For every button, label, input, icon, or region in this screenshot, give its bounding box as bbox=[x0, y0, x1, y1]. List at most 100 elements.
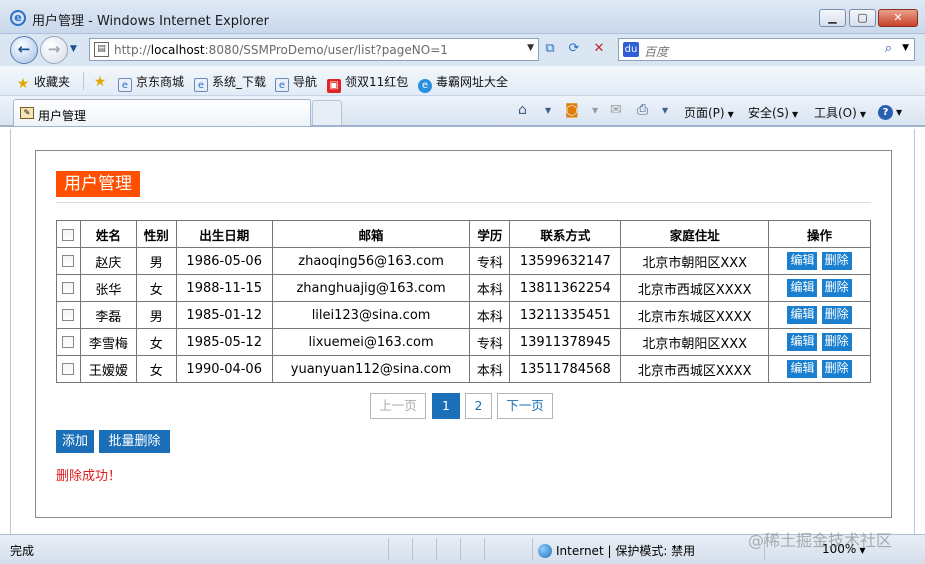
navigation-bar: ← → ▼ ▤ http://localhost:8080/SSMProDemo… bbox=[0, 34, 925, 66]
security-zone[interactable]: Internet | 保护模式: 禁用 bbox=[538, 542, 695, 559]
recent-pages-dropdown-icon[interactable]: ▼ bbox=[70, 44, 77, 54]
cell-education: 专科 bbox=[469, 328, 511, 356]
tab-user-management[interactable]: ✎ 用户管理 bbox=[13, 99, 311, 126]
close-button[interactable]: ✕ bbox=[878, 9, 918, 27]
forward-button[interactable]: → bbox=[40, 36, 68, 64]
status-text: 完成 bbox=[10, 544, 35, 558]
table-row: 张华 女 1988-11-15 zhanghuajig@163.com 本科 1… bbox=[56, 274, 871, 302]
home-dropdown-icon[interactable]: ▼ bbox=[545, 106, 551, 115]
compatibility-view-icon[interactable]: ⧉ bbox=[539, 39, 561, 61]
cell-name: 王嫒嫒 bbox=[79, 355, 137, 383]
page-1-button[interactable]: 1 bbox=[432, 393, 460, 419]
cell-birth: 1986-05-06 bbox=[175, 247, 273, 275]
add-button[interactable]: 添加 bbox=[56, 430, 94, 453]
tab-bar: ✎ 用户管理 ⌂ ▼ ◙ ▼ ✉ ⎙ ▼ 页面(P) ▼ 安全(S) ▼ 工具(O)… bbox=[0, 96, 925, 127]
ie-logo-icon: e bbox=[10, 10, 26, 26]
search-box[interactable]: du 百度 ⌕ ▼ bbox=[618, 38, 915, 61]
delete-button[interactable]: 删除 bbox=[821, 252, 852, 270]
status-divider bbox=[388, 538, 389, 560]
delete-button[interactable]: 删除 bbox=[821, 279, 852, 297]
page-title: 用户管理 bbox=[56, 171, 140, 197]
select-all-cell bbox=[56, 220, 81, 248]
window-titlebar: e 用户管理 - Windows Internet Explorer ▁ ▢ ✕ bbox=[0, 0, 925, 34]
favorite-item[interactable]: e 系统_下载 bbox=[194, 73, 266, 92]
cell-birth: 1985-05-12 bbox=[175, 328, 273, 356]
next-page-button[interactable]: 下一页 bbox=[497, 393, 553, 419]
cell-birth: 1988-11-15 bbox=[175, 274, 273, 302]
home-icon[interactable]: ⌂ bbox=[518, 102, 527, 118]
address-dropdown-icon[interactable]: ▼ bbox=[527, 43, 534, 53]
cell-education: 本科 bbox=[469, 301, 511, 329]
safety-menu[interactable]: 安全(S) ▼ bbox=[748, 104, 798, 121]
row-checkbox[interactable] bbox=[62, 309, 75, 321]
status-divider bbox=[460, 538, 461, 560]
cell-education: 本科 bbox=[469, 355, 511, 383]
table-row: 李磊 男 1985-01-12 lilei123@sina.com 本科 132… bbox=[56, 301, 871, 329]
globe-icon bbox=[538, 544, 552, 558]
column-header: 性别 bbox=[135, 220, 177, 248]
delete-button[interactable]: 删除 bbox=[821, 333, 852, 351]
edit-button[interactable]: 编辑 bbox=[787, 306, 818, 324]
delete-button[interactable]: 删除 bbox=[821, 360, 852, 378]
cell-name: 李雪梅 bbox=[79, 328, 137, 356]
edit-button[interactable]: 编辑 bbox=[787, 360, 818, 378]
ie-page-icon: e bbox=[275, 78, 289, 92]
print-dropdown-icon[interactable]: ▼ bbox=[662, 106, 668, 115]
favorites-button[interactable]: ★ 收藏夹 bbox=[16, 73, 70, 91]
favorite-item[interactable]: e 京东商城 bbox=[118, 73, 184, 92]
cell-address: 北京市朝阳区XXX bbox=[620, 247, 770, 275]
address-url[interactable]: http://localhost:8080/SSMProDemo/user/li… bbox=[114, 43, 448, 57]
cell-address: 北京市西城区XXXX bbox=[620, 274, 770, 302]
cell-email: zhaoqing56@163.com bbox=[271, 247, 471, 275]
user-table: 姓名 性别 出生日期 邮箱 学历 联系方式 家庭住址 操作 赵庆 男 1986-… bbox=[56, 220, 871, 383]
cell-gender: 女 bbox=[135, 274, 177, 302]
search-icon[interactable]: ⌕ bbox=[885, 41, 892, 56]
page-menu[interactable]: 页面(P) ▼ bbox=[684, 104, 734, 121]
tools-menu[interactable]: 工具(O) ▼ bbox=[814, 104, 866, 121]
cell-gender: 女 bbox=[135, 355, 177, 383]
add-favorite-icon[interactable]: ★ bbox=[93, 73, 111, 89]
row-checkbox[interactable] bbox=[62, 363, 75, 375]
cell-phone: 13511784568 bbox=[509, 355, 622, 383]
favorite-item[interactable]: e 导航 bbox=[275, 73, 317, 92]
cell-phone: 13211335451 bbox=[509, 301, 622, 329]
favorite-item[interactable]: ▣ 领双11红包 bbox=[327, 73, 408, 93]
edit-button[interactable]: 编辑 bbox=[787, 252, 818, 270]
maximize-button[interactable]: ▢ bbox=[849, 9, 876, 27]
table-header-row: 姓名 性别 出生日期 邮箱 学历 联系方式 家庭住址 操作 bbox=[56, 220, 871, 248]
search-input[interactable]: 百度 bbox=[644, 43, 668, 60]
prev-page-button[interactable]: 上一页 bbox=[370, 393, 426, 419]
row-checkbox[interactable] bbox=[62, 336, 75, 348]
help-icon: ? bbox=[878, 105, 893, 120]
feeds-icon[interactable]: ◙ bbox=[565, 102, 579, 118]
separator bbox=[83, 72, 84, 90]
delete-button[interactable]: 删除 bbox=[821, 306, 852, 324]
feeds-dropdown-icon[interactable]: ▼ bbox=[592, 106, 598, 115]
mail-icon[interactable]: ✉ bbox=[610, 102, 622, 118]
minimize-button[interactable]: ▁ bbox=[819, 9, 846, 27]
cell-email: lixuemei@163.com bbox=[271, 328, 471, 356]
stop-icon[interactable]: ✕ bbox=[588, 39, 610, 61]
new-tab-button[interactable] bbox=[312, 100, 342, 125]
row-checkbox[interactable] bbox=[62, 255, 75, 267]
page-2-button[interactable]: 2 bbox=[465, 393, 492, 419]
edit-button[interactable]: 编辑 bbox=[787, 279, 818, 297]
search-dropdown-icon[interactable]: ▼ bbox=[902, 43, 909, 53]
tab-label: 用户管理 bbox=[38, 109, 87, 123]
column-header: 姓名 bbox=[79, 220, 137, 248]
table-row: 李雪梅 女 1985-05-12 lixuemei@163.com 专科 139… bbox=[56, 328, 871, 356]
gift-icon: ▣ bbox=[327, 79, 341, 93]
edit-button[interactable]: 编辑 bbox=[787, 333, 818, 351]
batch-delete-button[interactable]: 批量删除 bbox=[99, 430, 170, 453]
baidu-icon: du bbox=[623, 42, 639, 57]
favorite-item[interactable]: e 毒霸网址大全 bbox=[418, 73, 508, 93]
help-menu[interactable]: ? ▼ bbox=[878, 104, 902, 120]
row-checkbox[interactable] bbox=[62, 282, 75, 294]
refresh-icon[interactable]: ⟳ bbox=[563, 39, 585, 61]
column-header: 操作 bbox=[768, 220, 871, 248]
address-bar[interactable]: ▤ http://localhost:8080/SSMProDemo/user/… bbox=[89, 38, 539, 61]
print-icon[interactable]: ⎙ bbox=[637, 102, 648, 118]
table-row: 王嫒嫒 女 1990-04-06 yuanyuan112@sina.com 本科… bbox=[56, 355, 871, 383]
select-all-checkbox[interactable] bbox=[62, 229, 75, 241]
back-button[interactable]: ← bbox=[10, 36, 38, 64]
